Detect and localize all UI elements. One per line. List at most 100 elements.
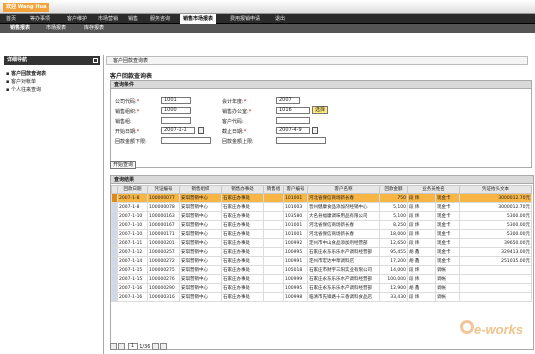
customer-code-field[interactable] <box>276 117 310 124</box>
fiscal-year-field[interactable]: 2007 <box>276 97 300 104</box>
table-row[interactable]: 2007-1-10 100000163 安琪营销中心 石家庄办事处 103580 大名县福… <box>111 211 532 221</box>
table-cell: 安琪营销中心 <box>179 292 222 302</box>
table-cell <box>263 229 284 239</box>
table-cell: 安琪营销中心 <box>179 238 222 248</box>
page-total: 1/36 <box>139 344 151 350</box>
nav-todo[interactable]: 等办事项 <box>30 14 50 24</box>
table-row[interactable]: 2007-1-12 100000257 安琪营销中心 石家庄办事处 100995 石家庄永… <box>111 247 532 257</box>
nav-logout[interactable]: 退出 <box>275 14 285 24</box>
first-page-icon[interactable] <box>110 343 117 350</box>
table-cell: 安琪营销中心 <box>179 229 222 239</box>
table-row[interactable]: 2007-1-15 100000276 安琪营销中心 石家庄办事处 100999 石家庄永… <box>111 274 532 284</box>
sidebar-item-statement[interactable]: ▪ 客户对帐单 <box>6 78 36 85</box>
nav-sales-reports[interactable]: 销售市场报表 <box>180 14 217 24</box>
col-header[interactable]: 销售组 <box>263 185 284 194</box>
top-header: 欢迎 Wang Hua <box>0 0 535 14</box>
minimize-icon[interactable] <box>93 58 98 63</box>
table-cell: 调帐 <box>435 283 460 293</box>
table-cell <box>459 265 532 275</box>
nav-sales[interactable]: 销售 <box>128 14 138 24</box>
prev-page-icon[interactable] <box>118 343 125 350</box>
table-cell: 12,900 <box>379 283 408 293</box>
table-cell: 100000257 <box>147 247 180 257</box>
table-cell <box>263 193 284 203</box>
table-cell: 5300.00元 <box>459 211 532 221</box>
sidebar-item-personal-query[interactable]: ▪ 个人往来查询 <box>6 86 41 93</box>
sales-group-label: 销售组: <box>115 119 132 125</box>
start-query-button[interactable]: 开始查询 <box>110 161 137 169</box>
col-header[interactable]: 销售组织 <box>179 185 222 194</box>
sales-org-label: 销售组织:* <box>115 109 140 115</box>
sidebar-header: 详细导航 <box>4 56 100 65</box>
subnav-inventory-report[interactable]: 库存报表 <box>84 24 104 33</box>
table-cell: 石家庄办事处 <box>221 247 264 257</box>
sales-office-field[interactable]: 1016 <box>276 107 310 114</box>
table-cell: 100000171 <box>147 229 180 239</box>
pager: 1 1/36 <box>110 343 168 352</box>
table-row[interactable]: 2007-1-14 100000272 安琪营销中心 石家庄办事处 100991 定州市宏… <box>111 256 532 266</box>
table-row[interactable]: 2007-1-16 100000316 安琪营销中心 石家庄办事处 100998 临清市先… <box>111 292 532 302</box>
table-cell: 定州市中山食品添加剂经营部 <box>307 238 380 248</box>
calendar-icon[interactable] <box>312 127 318 134</box>
amount-max-field[interactable] <box>276 137 326 144</box>
table-cell: 安琪营销中心 <box>179 193 222 203</box>
page-bar-title: 客户回款查询表 <box>113 58 149 64</box>
table-row[interactable]: 2007-1-11 100000201 安琪营销中心 石家庄办事处 100992 定州市中… <box>111 238 532 248</box>
table-row[interactable]: 2007-1-8 100000078 安琪营销中心 石家庄办事处 101003 晋州健康食… <box>111 202 532 212</box>
col-header[interactable]: 回款日期 <box>117 185 148 194</box>
sales-org-field[interactable]: 1000 <box>161 107 191 114</box>
col-header[interactable]: 客户编号 <box>283 185 308 194</box>
nav-expense[interactable]: 费用报销申请 <box>230 14 260 24</box>
sidebar-item-payment-query[interactable]: ▪ 客户回款查询表 <box>6 70 46 77</box>
nav-service[interactable]: 服务咨询 <box>150 14 170 24</box>
sales-group-field[interactable] <box>161 117 191 124</box>
table-cell: 2007-1-16 <box>117 283 148 293</box>
table-cell: 103580 <box>283 211 308 221</box>
table-cell: 石家庄办事处 <box>221 229 264 239</box>
subnav-market-report[interactable]: 市场报表 <box>46 24 66 33</box>
col-header[interactable]: 销售办事处 <box>221 185 264 194</box>
start-date-field[interactable]: 2007-1-1 <box>161 127 195 134</box>
table-cell: 2007-1-10 <box>117 229 148 239</box>
table-cell: 2007-1-15 <box>117 274 148 284</box>
table-row[interactable]: 2007-1-10 100000171 安琪营销中心 石家庄办事处 101001 河北省保… <box>111 229 532 239</box>
amount-min-field[interactable] <box>161 137 211 144</box>
nav-customer[interactable]: 客户维护 <box>67 14 87 24</box>
table-cell: 大名县福康调味用品有限公司 <box>307 211 380 221</box>
nav-home[interactable]: 首页 <box>6 14 16 24</box>
table-row[interactable]: 2007-1-15 100000275 安琪营销中心 石家庄办事处 105018 石家庄市… <box>111 265 532 275</box>
table-cell: 临清市先锋路十三香调料食品店 <box>307 292 380 302</box>
end-date-field[interactable]: 2007-4-9 <box>276 127 310 134</box>
last-page-icon[interactable] <box>160 343 168 350</box>
table-cell: 5,100 <box>379 211 408 221</box>
table-cell: 安琪营销中心 <box>179 274 222 284</box>
table-cell: 段 炜 <box>407 265 436 275</box>
subnav-sales-report[interactable]: 销售报表 <box>10 24 30 33</box>
table-cell: 石家庄办事处 <box>221 238 264 248</box>
calendar-icon[interactable] <box>198 127 204 134</box>
col-header[interactable]: 客户名称 <box>307 185 380 194</box>
col-header[interactable]: 回款金额 <box>379 185 408 194</box>
table-cell: 现金卡 <box>435 193 460 203</box>
next-page-icon[interactable] <box>152 343 160 350</box>
col-header[interactable]: 凭证编号 <box>147 185 180 194</box>
col-header[interactable]: 业务员姓名 <box>407 185 460 194</box>
table-row[interactable]: 2007-1-16 100000290 安琪营销中心 石家庄办事处 100995 石家庄永… <box>111 283 532 293</box>
company-code-field[interactable]: 1001 <box>161 97 191 104</box>
table-cell: 安琪营销中心 <box>179 265 222 275</box>
table-cell: 现金卡 <box>435 211 460 221</box>
amount-min-label: 回款金额下限: <box>115 139 147 145</box>
fiscal-year-label: 会计年度:* <box>222 99 247 105</box>
table-cell: 2007-1-8 <box>117 202 148 212</box>
table-row[interactable]: 2007-1-10 100000167 安琪营销中心 石家庄办事处 101001 河北省保… <box>111 220 532 230</box>
page-input[interactable]: 1 <box>127 343 138 350</box>
col-header[interactable]: 凭证抬头文本 <box>459 185 532 194</box>
nav-marketing[interactable]: 市场营销 <box>98 14 118 24</box>
table-cell: 段 炜 <box>407 292 436 302</box>
table-row[interactable]: 2007-1-8 100000077 安琪营销中心 石家庄办事处 101001 河北省保信… <box>111 193 532 203</box>
results-table: 回款日期 凭证编号 销售组织 销售办事处 销售组 客户编号 客户名称 回款金额 … <box>111 185 532 302</box>
criteria-header: 查询条件 <box>111 81 531 89</box>
top-nav: 首页 等办事项 客户维护 市场营销 销售 服务咨询 销售市场报表 费用报销申请 … <box>0 14 535 24</box>
table-cell: 现金卡 <box>435 220 460 230</box>
select-button[interactable]: 选择 <box>312 106 329 114</box>
